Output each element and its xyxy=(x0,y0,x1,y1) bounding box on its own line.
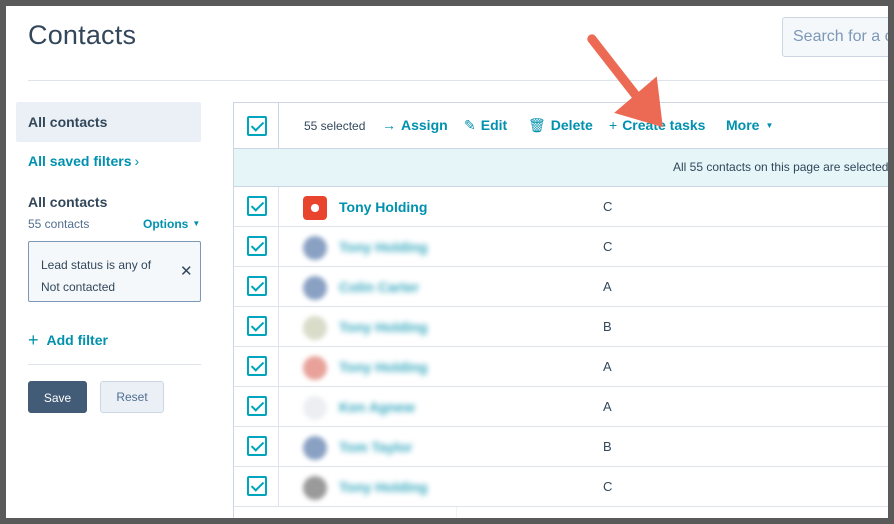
assign-button[interactable]: → Assign xyxy=(382,117,448,133)
table-row[interactable]: Tony Holding C xyxy=(234,467,888,507)
save-button[interactable]: Save xyxy=(28,381,87,413)
annotation-arrow-shaft xyxy=(587,34,651,113)
more-dropdown[interactable]: More ▼ xyxy=(726,117,773,133)
select-all-cell xyxy=(234,103,279,148)
row-checkbox-cell xyxy=(234,387,279,427)
row-checkbox[interactable] xyxy=(247,436,267,456)
add-filter-label: Add filter xyxy=(46,332,108,348)
assign-label: Assign xyxy=(401,117,448,133)
contact-name-link[interactable]: Ken Agnew xyxy=(339,399,415,415)
avatar xyxy=(303,476,327,500)
plus-icon: + xyxy=(609,117,618,133)
caret-down-icon: ▼ xyxy=(765,121,774,130)
select-all-checkbox[interactable] xyxy=(247,116,267,136)
bulk-actions-toolbar: 55 selected → Assign ✎ Edit 🗑 Delete + Creat… xyxy=(234,103,888,149)
contact-name-link[interactable]: Colin Carter xyxy=(339,279,419,295)
view-title: All contacts xyxy=(28,194,108,210)
app-window: Contacts Search for a c All contacts All… xyxy=(6,6,888,518)
all-saved-filters-link[interactable]: All saved filters › xyxy=(28,153,139,169)
options-dropdown[interactable]: Options ▼ xyxy=(143,217,200,231)
contact-name-link[interactable]: Tom Taylor xyxy=(339,439,412,455)
table-row[interactable]: Tony Holding C xyxy=(234,187,888,227)
contacts-table: 55 selected → Assign ✎ Edit 🗑 Delete + Creat… xyxy=(233,102,888,518)
avatar xyxy=(303,236,327,260)
row-checkbox[interactable] xyxy=(247,276,267,296)
row-checkbox[interactable] xyxy=(247,396,267,416)
row-checkbox[interactable] xyxy=(247,196,267,216)
row-checkbox-cell xyxy=(234,347,279,387)
contact-count: 55 contacts xyxy=(28,217,90,231)
sidebar-divider xyxy=(28,364,201,365)
lead-status-cell: A xyxy=(603,399,612,414)
filter-condition: Lead status is any of xyxy=(41,258,152,272)
lead-status-cell: C xyxy=(603,239,613,254)
trash-icon: 🗑 xyxy=(528,117,546,133)
all-saved-filters-label: All saved filters xyxy=(28,153,132,169)
row-checkbox-cell xyxy=(234,427,279,467)
row-checkbox[interactable] xyxy=(247,316,267,336)
options-label: Options xyxy=(143,217,189,231)
row-checkbox-cell xyxy=(234,187,279,227)
contact-name-link[interactable]: Tony Holding xyxy=(339,359,427,375)
reset-button[interactable]: Reset xyxy=(100,381,164,413)
row-checkbox[interactable] xyxy=(247,356,267,376)
contact-name-link[interactable]: Tony Holding xyxy=(339,239,427,255)
contact-name-link[interactable]: Tony Holding xyxy=(339,319,427,335)
more-label: More xyxy=(726,117,760,133)
contact-name-link[interactable]: Tony Holding xyxy=(339,479,427,495)
table-row[interactable]: Ken Agnew A xyxy=(234,387,888,427)
edit-label: Edit xyxy=(480,117,508,133)
table-row[interactable]: Tom Taylor B xyxy=(234,427,888,467)
lead-status-cell: C xyxy=(603,479,613,494)
avatar xyxy=(303,196,327,220)
delete-button[interactable]: 🗑 Delete xyxy=(528,117,593,134)
row-checkbox-cell xyxy=(234,467,279,507)
sidebar-item-all-contacts[interactable]: All contacts xyxy=(16,102,201,142)
header-divider xyxy=(28,80,888,81)
pencil-icon: ✎ xyxy=(464,117,476,133)
close-icon[interactable]: ✕ xyxy=(180,262,193,280)
caret-down-icon: ▼ xyxy=(192,219,201,228)
filter-value: Not contacted xyxy=(41,280,116,294)
contact-name-link[interactable]: Tony Holding xyxy=(339,199,427,215)
arrow-right-icon: → xyxy=(382,117,396,133)
create-tasks-button[interactable]: + Create tasks xyxy=(609,117,705,133)
chevron-right-icon: › xyxy=(134,153,140,169)
table-row[interactable]: Tony Holding B xyxy=(234,307,888,347)
row-checkbox-cell xyxy=(234,227,279,267)
selection-banner: All 55 contacts on this page are selecte… xyxy=(234,149,888,187)
filter-card[interactable]: Lead status is any of Not contacted xyxy=(28,241,201,302)
avatar xyxy=(303,436,327,460)
create-tasks-label: Create tasks xyxy=(622,117,706,133)
lead-status-cell: A xyxy=(603,359,612,374)
table-row[interactable]: Tony Holding A xyxy=(234,347,888,387)
avatar xyxy=(303,396,327,420)
lead-status-cell: B xyxy=(603,439,612,454)
add-filter-button[interactable]: + Add filter xyxy=(28,330,108,351)
lead-status-cell: B xyxy=(603,319,612,334)
page-title: Contacts xyxy=(28,20,137,50)
row-checkbox-cell xyxy=(234,307,279,347)
table-row[interactable]: Colin Carter A xyxy=(234,267,888,307)
lead-status-cell: A xyxy=(603,279,612,294)
edit-button[interactable]: ✎ Edit xyxy=(464,117,507,134)
row-checkbox[interactable] xyxy=(247,476,267,496)
avatar xyxy=(303,316,327,340)
delete-label: Delete xyxy=(550,117,593,133)
avatar xyxy=(303,356,327,380)
table-row[interactable]: Tony Holding C xyxy=(234,227,888,267)
row-checkbox-cell xyxy=(234,267,279,307)
lead-status-cell: C xyxy=(603,199,613,214)
selected-count: 55 selected xyxy=(304,119,366,133)
plus-icon: + xyxy=(28,330,39,350)
row-checkbox[interactable] xyxy=(247,236,267,256)
avatar xyxy=(303,276,327,300)
search-input[interactable]: Search for a c xyxy=(782,17,888,57)
